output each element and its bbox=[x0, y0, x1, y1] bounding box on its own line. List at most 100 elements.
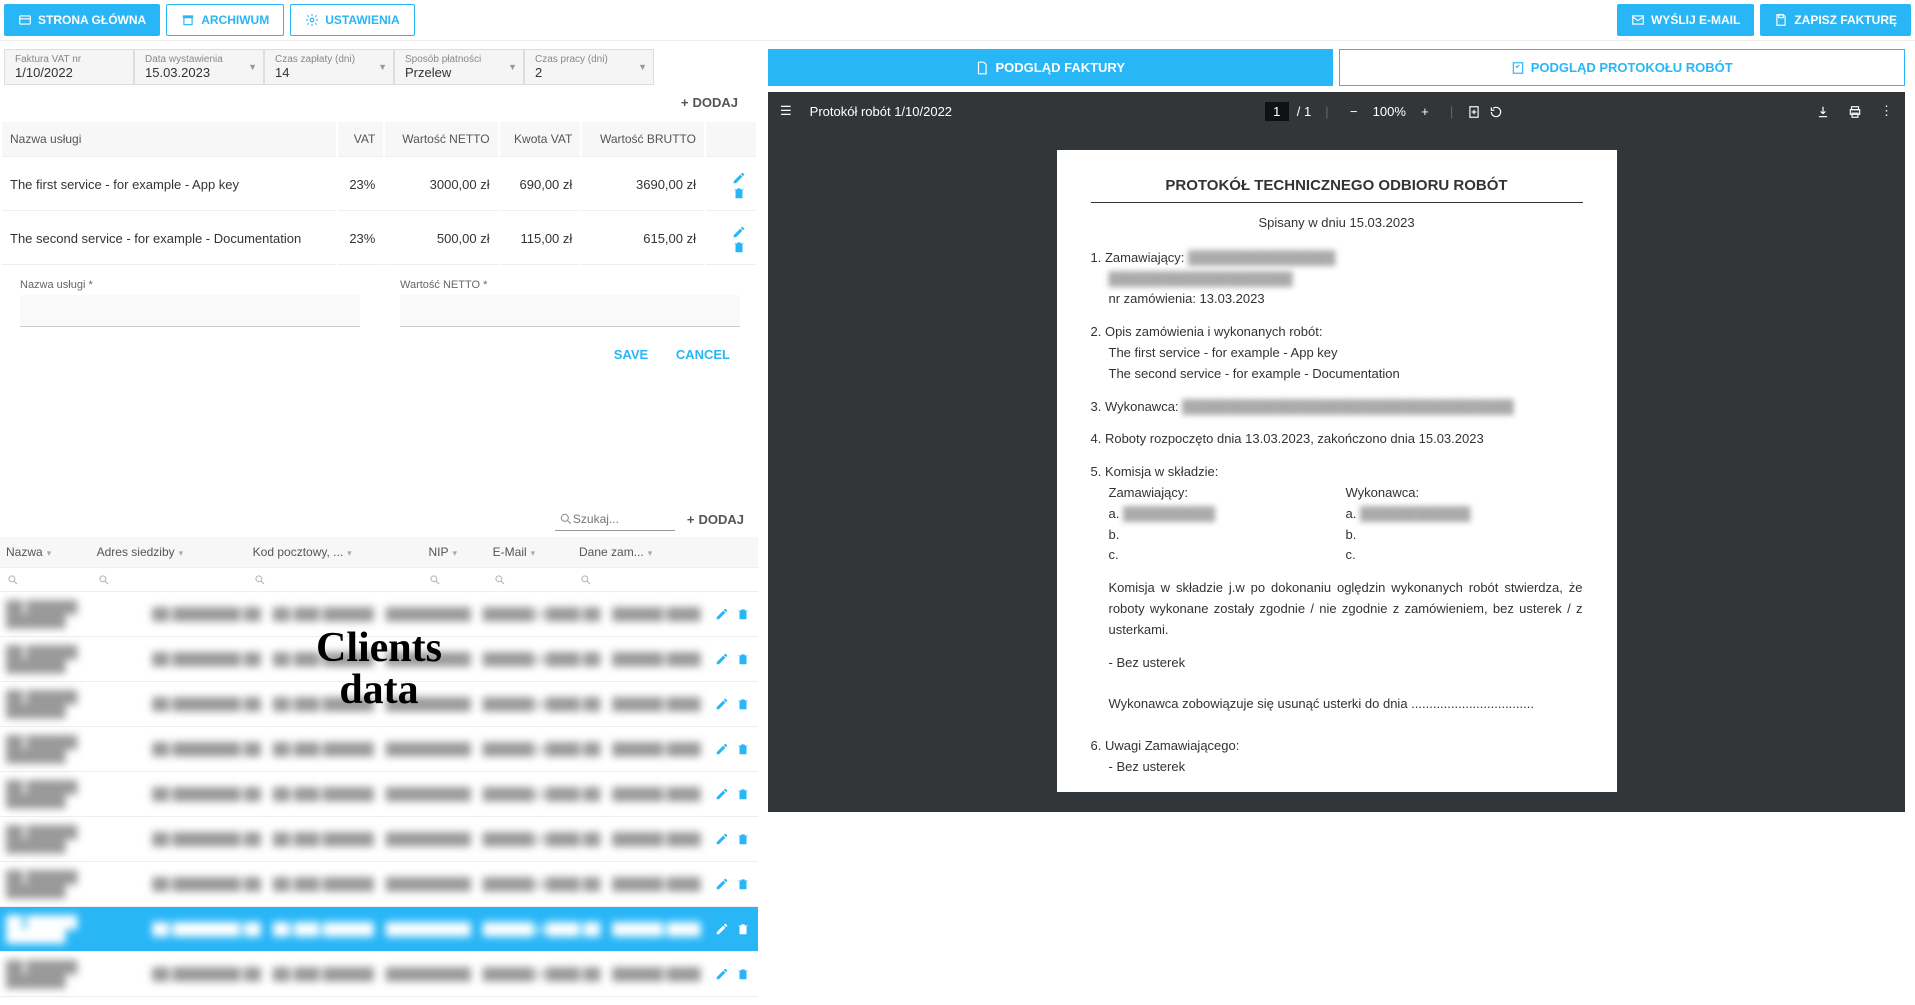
menu-icon[interactable]: ☰ bbox=[780, 103, 792, 119]
service-netto-input[interactable] bbox=[400, 295, 740, 327]
archive-button[interactable]: ARCHIWUM bbox=[166, 4, 284, 36]
delete-icon[interactable] bbox=[736, 922, 750, 937]
col-client-postal[interactable]: Kod pocztowy, ...▾ bbox=[247, 537, 423, 568]
client-row[interactable]: ██ ██████ ███████ ██ ████████ ██ ██-███ … bbox=[0, 862, 758, 907]
service-edit-form: Nazwa usługi * Wartość NETTO * bbox=[0, 267, 758, 339]
col-client-name[interactable]: Nazwa▾ bbox=[0, 537, 91, 568]
pdf-toolbar: ☰ Protokół robót 1/10/2022 / 1 | − 100% … bbox=[768, 92, 1905, 130]
clients-search-input[interactable] bbox=[573, 512, 663, 526]
col-vat: VAT bbox=[338, 122, 384, 157]
zoom-in-button[interactable]: + bbox=[1414, 100, 1436, 122]
edit-icon[interactable] bbox=[715, 607, 729, 622]
delete-icon[interactable] bbox=[736, 787, 750, 802]
delete-icon[interactable] bbox=[732, 185, 746, 201]
add-service-button[interactable]: + DODAJ bbox=[681, 95, 738, 110]
edit-icon[interactable] bbox=[715, 832, 729, 847]
pdf-title: Protokół robót 1/10/2022 bbox=[810, 104, 952, 119]
client-row[interactable]: ██ ██████ ███████ ██ ████████ ██ ██-███ … bbox=[0, 952, 758, 997]
col-netto: Wartość NETTO bbox=[385, 122, 497, 157]
search-icon bbox=[428, 573, 442, 587]
client-row[interactable]: ██ ██████ ███████ ██ ████████ ██ ██-███ … bbox=[0, 727, 758, 772]
invoice-date-field[interactable]: Data wystawienia 15.03.2023 ▼ bbox=[134, 49, 264, 85]
search-icon bbox=[579, 573, 593, 587]
col-client-nip[interactable]: NIP▾ bbox=[422, 537, 486, 568]
col-client-address[interactable]: Adres siedziby▾ bbox=[91, 537, 247, 568]
pdf-page-total: / 1 bbox=[1297, 104, 1311, 119]
chevron-down-icon: ▼ bbox=[638, 62, 647, 72]
checklist-icon bbox=[1511, 61, 1525, 75]
delete-icon[interactable] bbox=[732, 239, 746, 255]
client-row[interactable]: ██ ██████ ███████ ██ ████████ ██ ██-███ … bbox=[0, 817, 758, 862]
pdf-viewer: ☰ Protokół robót 1/10/2022 / 1 | − 100% … bbox=[768, 92, 1905, 812]
search-icon bbox=[253, 573, 267, 587]
delete-icon[interactable] bbox=[736, 697, 750, 712]
edit-icon[interactable] bbox=[715, 877, 729, 892]
home-button[interactable]: STRONA GŁÓWNA bbox=[4, 4, 160, 36]
edit-icon[interactable] bbox=[732, 223, 746, 239]
edit-icon[interactable] bbox=[715, 742, 729, 757]
search-icon bbox=[97, 573, 111, 587]
delete-icon[interactable] bbox=[736, 967, 750, 982]
doc-heading: PROTOKÓŁ TECHNICZNEGO ODBIORU ROBÓT bbox=[1091, 174, 1583, 198]
clients-search[interactable] bbox=[555, 508, 675, 531]
save-button[interactable]: SAVE bbox=[614, 347, 648, 362]
col-client-order[interactable]: Dane zam...▾ bbox=[573, 537, 708, 568]
client-row[interactable]: ██ ██████ ███████ ██ ████████ ██ ██-███ … bbox=[0, 592, 758, 637]
delete-icon[interactable] bbox=[736, 652, 750, 667]
client-row[interactable]: ██ ██████ ███████ ██ ████████ ██ ██-███ … bbox=[0, 637, 758, 682]
service-netto-label: Wartość NETTO * bbox=[400, 279, 740, 291]
pdf-page-input[interactable] bbox=[1265, 102, 1289, 121]
work-time-field[interactable]: Czas pracy (dni) 2 ▼ bbox=[524, 49, 654, 85]
preview-tabs: PODGLĄD FAKTURY PODGLĄD PROTOKOŁU ROBÓT bbox=[768, 49, 1905, 86]
save-invoice-button[interactable]: ZAPISZ FAKTURĘ bbox=[1760, 4, 1911, 36]
download-icon[interactable] bbox=[1816, 103, 1830, 119]
col-name: Nazwa usługi bbox=[2, 122, 336, 157]
search-icon bbox=[559, 512, 573, 526]
edit-icon[interactable] bbox=[715, 787, 729, 802]
clients-table: Nazwa▾ Adres siedziby▾ Kod pocztowy, ...… bbox=[0, 537, 758, 592]
plus-icon: + bbox=[687, 512, 695, 527]
service-row: The first service - for example - App ke… bbox=[2, 159, 756, 211]
pdf-zoom-level: 100% bbox=[1373, 104, 1406, 119]
document-icon bbox=[975, 61, 989, 75]
edit-icon[interactable] bbox=[715, 967, 729, 982]
edit-icon[interactable] bbox=[715, 922, 729, 937]
print-icon[interactable] bbox=[1848, 103, 1862, 119]
tab-invoice-preview[interactable]: PODGLĄD FAKTURY bbox=[768, 49, 1333, 86]
payment-time-field[interactable]: Czas zapłaty (dni) 14 ▼ bbox=[264, 49, 394, 85]
fit-page-icon[interactable] bbox=[1467, 103, 1481, 119]
settings-button[interactable]: USTAWIENIA bbox=[290, 4, 414, 36]
client-row[interactable]: ██ ██████ ███████ ██ ████████ ██ ██-███ … bbox=[0, 772, 758, 817]
add-client-button[interactable]: + DODAJ bbox=[687, 512, 744, 527]
client-row[interactable]: ██ ██████ ███████ ██ ████████ ██ ██-███ … bbox=[0, 907, 758, 952]
col-client-email[interactable]: E-Mail▾ bbox=[487, 537, 573, 568]
plus-icon: + bbox=[681, 95, 689, 110]
doc-date: Spisany w dniu 15.03.2023 bbox=[1091, 213, 1583, 234]
payment-method-field[interactable]: Sposób płatności Przelew ▼ bbox=[394, 49, 524, 85]
edit-icon[interactable] bbox=[715, 652, 729, 667]
delete-icon[interactable] bbox=[736, 607, 750, 622]
edit-icon[interactable] bbox=[715, 697, 729, 712]
edit-icon[interactable] bbox=[732, 169, 746, 185]
delete-icon[interactable] bbox=[736, 832, 750, 847]
send-email-button[interactable]: WYŚLIJ E-MAIL bbox=[1617, 4, 1754, 36]
delete-icon[interactable] bbox=[736, 877, 750, 892]
more-icon[interactable]: ⋮ bbox=[1880, 103, 1893, 119]
archive-icon bbox=[181, 13, 195, 27]
client-row[interactable]: ██ ██████ ███████ ██ ████████ ██ ██-███ … bbox=[0, 682, 758, 727]
zoom-out-button[interactable]: − bbox=[1343, 100, 1365, 122]
delete-icon[interactable] bbox=[736, 742, 750, 757]
tab-protocol-preview[interactable]: PODGLĄD PROTOKOŁU ROBÓT bbox=[1339, 49, 1906, 86]
service-name-input[interactable] bbox=[20, 295, 360, 327]
col-brutto: Wartość BRUTTO bbox=[582, 122, 704, 157]
rotate-icon[interactable] bbox=[1489, 103, 1503, 119]
chevron-down-icon: ▼ bbox=[248, 62, 257, 72]
search-icon bbox=[6, 573, 20, 587]
gear-icon bbox=[305, 13, 319, 27]
save-icon bbox=[1774, 13, 1788, 27]
cancel-button[interactable]: CANCEL bbox=[676, 347, 730, 362]
invoice-number-field[interactable]: Faktura VAT nr 1/10/2022 bbox=[4, 49, 134, 85]
invoice-form-row: Faktura VAT nr 1/10/2022 Data wystawieni… bbox=[0, 49, 758, 85]
service-row: The second service - for example - Docum… bbox=[2, 213, 756, 265]
pdf-page: PROTOKÓŁ TECHNICZNEGO ODBIORU ROBÓT Spis… bbox=[1057, 150, 1617, 792]
